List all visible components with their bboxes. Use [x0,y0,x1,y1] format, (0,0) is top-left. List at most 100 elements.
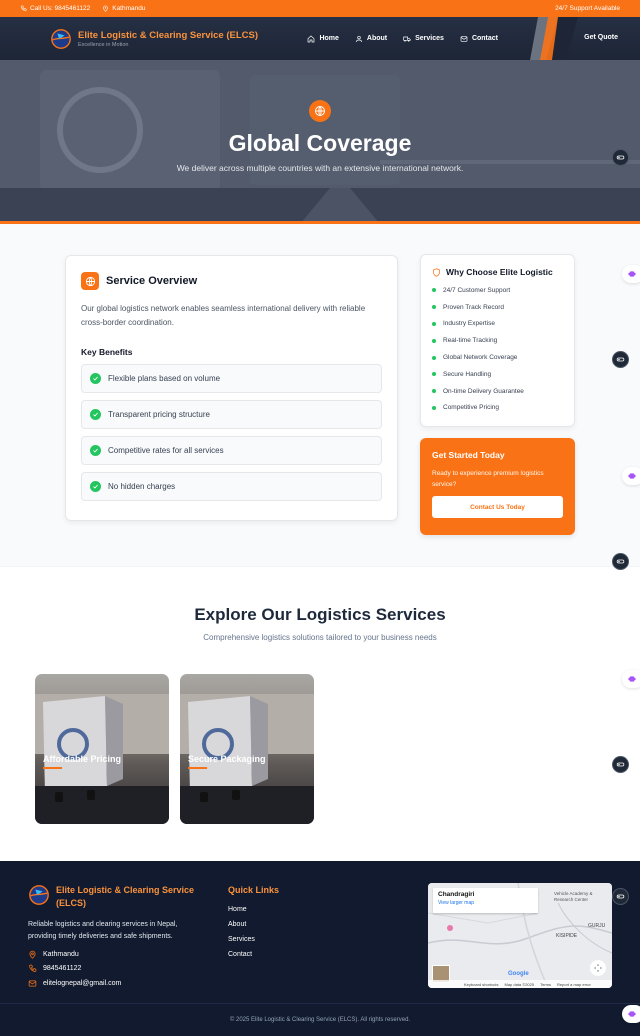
phone-icon [20,5,27,12]
overview-description: Our global logistics network enables sea… [81,304,366,327]
toggle-icon [616,559,625,564]
why-list: 24/7 Customer Support Proven Track Recor… [432,282,563,416]
overview-title: Service Overview [106,275,198,287]
map-pan-control[interactable] [590,960,606,976]
embedded-map[interactable]: Chandragiri View larger map Vehicle Acad… [428,883,612,988]
benefit-label: Flexible plans based on volume [108,374,221,383]
contact-us-button[interactable]: Contact Us Today [432,496,563,518]
hero-title: Global Coverage [228,130,412,156]
map-pin-icon [29,950,36,959]
assistant-widget[interactable] [622,265,640,283]
nav-contact-label: Contact [471,35,498,42]
truck-image [35,694,169,824]
mail-icon [28,980,37,987]
accessibility-toggle-button[interactable] [612,351,629,368]
assistant-widget[interactable] [622,1005,640,1023]
service-card[interactable]: Secure Packaging [180,674,314,824]
explore-title: Explore Our Logistics Services [194,605,446,624]
assistant-widget[interactable] [622,467,640,485]
list-item: Industry Expertise [432,316,563,333]
assistant-widget[interactable] [622,670,640,688]
cta-title: Get Started Today [432,450,505,460]
phone-text: Call Us: 9845461122 [30,5,91,12]
service-card-title: Secure Packaging [188,754,266,764]
brain-icon [628,473,636,479]
footer-divider [0,1003,640,1004]
globe-icon [81,272,99,290]
check-circle-icon [90,373,101,384]
globe-logo-icon [29,885,49,905]
brand-name: Elite Logistic & Clearing Service (ELCS) [78,29,259,41]
view-larger-map-link[interactable]: View larger map [438,900,533,906]
list-item: Proven Track Record [432,299,563,316]
check-circle-icon [90,481,101,492]
map-place-name: Chandragiri [438,891,475,898]
quick-links-title: Quick Links [228,885,280,895]
map-label: Vehicle Academy & Research Center [554,891,593,902]
nav-services[interactable]: Services [403,35,444,43]
accessibility-toggle-button[interactable] [612,553,629,570]
benefit-item: No hidden charges [81,472,382,501]
benefit-label: Competitive rates for all services [108,446,224,455]
list-item: Global Network Coverage [432,349,563,366]
top-bar: Call Us: 9845461122 Kathmandu 24/7 Suppo… [0,0,640,17]
footer-email[interactable]: elitelognepal@gmail.com [28,979,121,988]
globe-icon [309,100,331,122]
truck-image [180,694,314,824]
nav-about-label: About [366,35,388,42]
nav-home-label: Home [319,35,339,42]
service-overview-card: Service Overview Our global logistics ne… [65,255,398,521]
site-header: Elite Logistic & Clearing Service (ELCS)… [0,17,640,60]
list-item: Real-time Tracking [432,332,563,349]
nav-contact[interactable]: Contact [460,35,498,43]
list-item: 24/7 Customer Support [432,282,563,299]
explore-subtitle: Comprehensive logistics solutions tailor… [203,633,437,642]
explore-section: Explore Our Logistics Services Comprehen… [0,566,640,860]
footer-link-about[interactable]: About [228,921,246,928]
truck-icon [403,36,411,42]
footer-logo[interactable]: Elite Logistic & Clearing Service (ELCS) [28,884,206,910]
footer-link-home[interactable]: Home [228,906,247,913]
accessibility-toggle-button[interactable] [612,888,629,905]
service-card[interactable]: Affordable Pricing [35,674,169,824]
nav-home[interactable]: Home [307,35,339,43]
benefit-label: Transparent pricing structure [108,410,210,419]
move-icon [594,964,602,972]
accent-underline [188,767,207,769]
brand-tagline: Excellence in Motion [78,41,129,48]
get-quote-button[interactable]: Get Quote [530,17,640,60]
home-icon [308,35,315,42]
toggle-icon [616,762,625,767]
site-logo[interactable]: Elite Logistic & Clearing Service (ELCS)… [50,28,258,50]
footer-link-contact[interactable]: Contact [228,951,252,958]
footer-brand-name: Elite Logistic & Clearing Service (ELCS) [56,885,195,908]
overview-section: Service Overview Our global logistics ne… [0,224,640,566]
footer-phone[interactable]: 9845461122 [28,964,81,973]
footer-link-services[interactable]: Services [228,936,255,943]
map-label: GURJU [588,923,606,929]
accessibility-toggle-button[interactable] [612,149,629,166]
shield-icon [433,267,440,277]
site-footer: Elite Logistic & Clearing Service (ELCS)… [0,861,640,1036]
brain-icon [628,1011,636,1017]
location-text: Kathmandu [112,5,146,12]
benefit-label: No hidden charges [108,482,176,491]
map-footer: Keyboard shortcuts Map data ©2025 Terms … [428,980,612,988]
phone-contact[interactable]: Call Us: 9845461122 [20,5,90,12]
brain-icon [628,271,636,277]
nav-about[interactable]: About [355,35,387,43]
main-nav: Home About Services Contact [307,35,498,43]
nav-services-label: Services [415,35,444,42]
list-item: On-time Delivery Guarantee [432,383,563,400]
list-item: Competitive Pricing [432,400,563,417]
list-item: Secure Handling [432,366,563,383]
benefit-item: Competitive rates for all services [81,436,382,465]
get-started-card: Get Started Today Ready to experience pr… [420,438,575,535]
get-quote-label: Get Quote [584,34,618,41]
brain-icon [628,676,636,682]
accessibility-toggle-button[interactable] [612,756,629,773]
cta-text: Ready to experience premium logistics se… [432,470,544,488]
google-logo: Google [508,971,529,977]
map-label: KISIPIDE [556,933,578,939]
check-circle-icon [90,445,101,456]
